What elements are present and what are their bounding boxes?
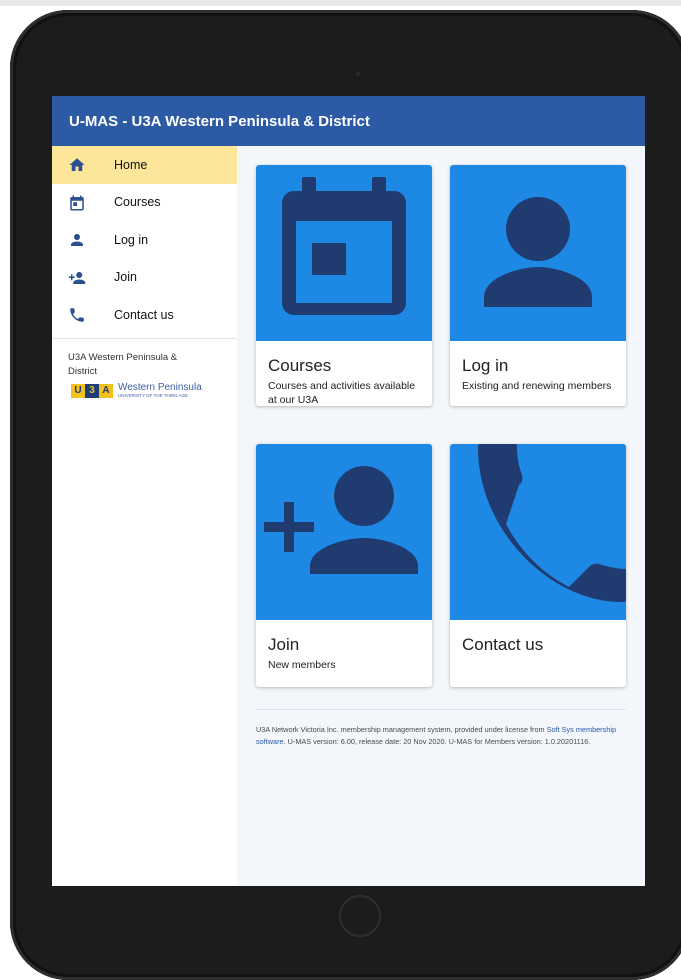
card-title: Join bbox=[268, 635, 300, 654]
card-join[interactable]: Join New members bbox=[256, 444, 432, 687]
card-description: Existing and renewing members bbox=[462, 380, 612, 392]
card-description: New members bbox=[268, 659, 336, 671]
card-media bbox=[450, 165, 626, 341]
logo-name: Western Peninsula bbox=[118, 381, 202, 393]
tablet-home-button[interactable] bbox=[339, 895, 381, 937]
home-icon bbox=[68, 156, 86, 174]
phone-icon bbox=[68, 306, 86, 324]
sidebar-divider bbox=[52, 337, 237, 339]
main-content: Courses Courses and activities available… bbox=[237, 146, 645, 886]
sidebar-item-label: Log in bbox=[114, 232, 149, 247]
u3a-logo-text: Western Peninsula UNIVERSITY OF THE THIR… bbox=[118, 381, 202, 399]
calendar-icon bbox=[282, 177, 406, 315]
logo-letter: 3 bbox=[85, 383, 99, 398]
app-screen: U-MAS - U3A Western Peninsula & District… bbox=[52, 96, 645, 886]
person-icon bbox=[68, 231, 86, 249]
card-description: Courses and activities available at our … bbox=[268, 380, 416, 406]
card-media bbox=[256, 444, 432, 620]
footer-divider bbox=[256, 709, 626, 710]
person-add-icon bbox=[264, 466, 418, 574]
calendar-icon bbox=[68, 194, 86, 212]
app-bar: U-MAS - U3A Western Peninsula & District bbox=[52, 96, 645, 146]
browser-top-strip bbox=[0, 0, 681, 6]
card-media bbox=[450, 444, 626, 620]
footer-suffix: . U-MAS version: 6.00, release date: 20 … bbox=[283, 737, 591, 746]
footer-prefix: U3A Network Victoria Inc. membership man… bbox=[256, 725, 547, 734]
card-courses[interactable]: Courses Courses and activities available… bbox=[256, 165, 432, 406]
logo-letter: U bbox=[71, 383, 85, 398]
sidebar-item-contact-us[interactable]: Contact us bbox=[52, 296, 237, 334]
phone-icon bbox=[478, 444, 626, 602]
sidebar-item-join[interactable]: Join bbox=[52, 259, 237, 297]
card-title: Courses bbox=[268, 356, 332, 375]
logo-subtitle: UNIVERSITY OF THE THIRD AGE bbox=[118, 392, 189, 398]
sidebar-item-courses[interactable]: Courses bbox=[52, 184, 237, 222]
card-media bbox=[256, 165, 432, 341]
card-title: Contact us bbox=[462, 635, 544, 654]
person-icon bbox=[484, 197, 592, 307]
camera-icon bbox=[353, 69, 363, 79]
sidebar: Home Courses Log in Join Contact us U3A … bbox=[52, 146, 237, 886]
organization-name: U3A Western Peninsula & District bbox=[68, 351, 178, 377]
sidebar-item-label: Home bbox=[114, 157, 148, 172]
u3a-logo-mark: U 3 A bbox=[71, 383, 113, 398]
person-add-icon bbox=[68, 269, 86, 287]
sidebar-item-home[interactable]: Home bbox=[52, 146, 237, 184]
app-title: U-MAS - U3A Western Peninsula & District bbox=[69, 113, 370, 130]
card-contact-us[interactable]: Contact us bbox=[450, 444, 626, 687]
sidebar-item-label: Join bbox=[114, 270, 137, 285]
footer-text: U3A Network Victoria Inc. membership man… bbox=[256, 724, 631, 748]
u3a-logo: U 3 A Western Peninsula UNIVERSITY OF TH… bbox=[71, 381, 237, 399]
sidebar-item-log-in[interactable]: Log in bbox=[52, 221, 237, 259]
card-log-in[interactable]: Log in Existing and renewing members bbox=[450, 165, 626, 406]
card-title: Log in bbox=[462, 356, 509, 375]
logo-letter: A bbox=[99, 383, 113, 398]
sidebar-item-label: Contact us bbox=[114, 307, 174, 322]
sidebar-item-label: Courses bbox=[114, 195, 161, 210]
